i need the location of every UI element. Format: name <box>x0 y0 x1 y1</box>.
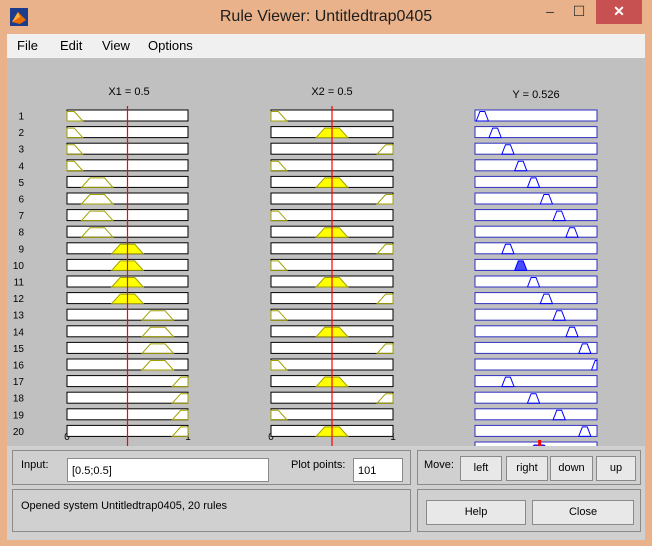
status-panel: Opened system Untitledtrap0405, 20 rules <box>12 489 411 532</box>
rule-label: 16 <box>13 361 25 372</box>
input-label: Input: <box>21 459 49 471</box>
move-down-button[interactable]: down <box>550 456 593 481</box>
input-field[interactable]: [0.5;0.5] <box>67 458 269 482</box>
y-rule-box[interactable] <box>474 341 598 354</box>
menu-bar: File Edit View Options <box>7 34 645 58</box>
rule-label: 9 <box>18 244 24 255</box>
rule-label: 2 <box>18 128 24 139</box>
status-text: Opened system Untitledtrap0405, 20 rules <box>21 500 228 512</box>
y-rule-box[interactable] <box>474 408 598 421</box>
rule-label: 11 <box>14 278 25 289</box>
action-panel: Help Close <box>417 489 641 532</box>
rule-label: 14 <box>13 327 25 338</box>
rule-label: 12 <box>13 294 25 305</box>
rule-label: 3 <box>18 145 24 156</box>
maximize-icon[interactable]: ☐ <box>566 0 592 24</box>
y-rule-box[interactable] <box>474 258 598 271</box>
y-rule-box[interactable] <box>474 424 598 437</box>
rule-label: 13 <box>13 311 25 322</box>
y-rule-box[interactable] <box>474 192 598 205</box>
rule-label: 4 <box>18 161 24 172</box>
y-rule-box[interactable] <box>474 325 598 338</box>
move-up-button[interactable]: up <box>596 456 636 481</box>
y-rule-box[interactable] <box>474 375 598 388</box>
x2-header: X2 = 0.5 <box>311 86 352 98</box>
help-button[interactable]: Help <box>426 500 526 525</box>
rule-viewer-window: Rule Viewer: Untitledtrap0405 – ☐ ✕ File… <box>0 0 652 546</box>
y-rule-box[interactable] <box>474 209 598 222</box>
plot-points-label: Plot points: <box>291 459 346 471</box>
rule-label: 8 <box>18 228 24 239</box>
menu-view[interactable]: View <box>102 38 130 53</box>
rule-label: 18 <box>13 394 25 405</box>
y-header: Y = 0.526 <box>512 89 559 101</box>
y-rule-box[interactable] <box>474 109 598 122</box>
minimize-icon[interactable]: – <box>537 0 563 24</box>
y-rule-box[interactable] <box>474 159 598 172</box>
move-label: Move: <box>424 459 454 471</box>
control-area: Input: [0.5;0.5] Plot points: 101 Move: … <box>7 446 645 540</box>
close-button[interactable]: Close <box>532 500 634 525</box>
menu-edit[interactable]: Edit <box>60 38 82 53</box>
y-rule-box[interactable] <box>474 142 598 155</box>
move-panel: Move: left right down up <box>417 450 641 485</box>
y-rule-box[interactable] <box>474 308 598 321</box>
rule-plot[interactable]: X1 = 0.5 X2 = 0.5 Y = 0.526 0 1 0 1 1234… <box>7 58 645 446</box>
y-rule-box[interactable] <box>474 225 598 238</box>
rule-label: 15 <box>13 344 25 355</box>
rule-label: 10 <box>13 261 25 272</box>
move-left-button[interactable]: left <box>460 456 502 481</box>
move-right-button[interactable]: right <box>506 456 548 481</box>
menu-file[interactable]: File <box>17 38 38 53</box>
rule-label: 5 <box>18 178 24 189</box>
title-bar[interactable]: Rule Viewer: Untitledtrap0405 – ☐ ✕ <box>0 0 652 34</box>
close-icon[interactable]: ✕ <box>596 0 642 24</box>
rule-label: 19 <box>13 410 25 421</box>
menu-options[interactable]: Options <box>148 38 193 53</box>
y-rule-box[interactable] <box>474 242 598 255</box>
input-panel: Input: [0.5;0.5] Plot points: 101 <box>12 450 411 485</box>
rule-label: 7 <box>18 211 24 222</box>
y-rule-box[interactable] <box>474 292 598 305</box>
plot-points-field[interactable]: 101 <box>353 458 403 482</box>
rule-label: 17 <box>13 377 25 388</box>
rule-label: 1 <box>18 112 24 123</box>
x1-header: X1 = 0.5 <box>108 86 149 98</box>
rule-label: 20 <box>13 427 25 438</box>
y-rule-box[interactable] <box>474 358 598 371</box>
rule-label: 6 <box>18 195 24 206</box>
